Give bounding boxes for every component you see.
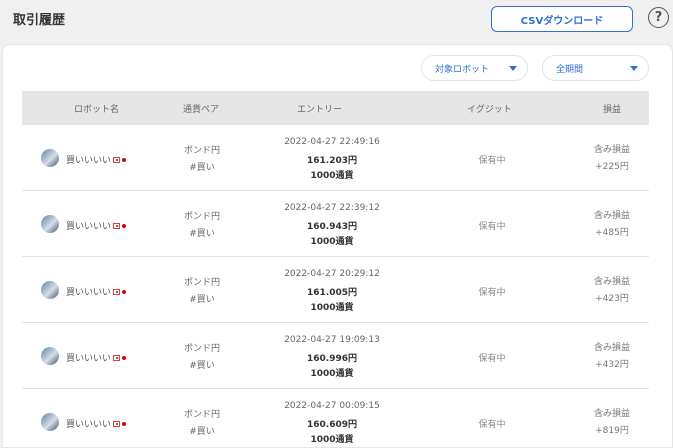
entry-price: 160.609円	[307, 420, 357, 430]
profit-loss-value: +485円	[595, 228, 629, 238]
page-title: 取引履歴	[13, 13, 66, 28]
entry-quantity: 1000通貨	[310, 237, 354, 247]
robot-name-text: 買いいいい	[66, 156, 112, 166]
robot-name-text: 買いいいい	[66, 222, 112, 232]
column-header-entry: エントリー	[297, 105, 343, 115]
trade-side: #買い	[189, 229, 215, 239]
red-dot-icon	[122, 290, 127, 294]
robot-name: 買いいいい	[66, 351, 127, 364]
robot-avatar	[41, 149, 59, 167]
red-dot-icon	[122, 422, 127, 426]
uk-flag-icon	[113, 157, 121, 163]
robot-avatar	[41, 413, 59, 431]
robot-name: 買いいいい	[66, 417, 127, 430]
entry-price: 160.943円	[307, 222, 357, 232]
robot-avatar	[41, 281, 59, 299]
pair-name: ポンド円	[183, 212, 220, 222]
uk-flag-icon	[113, 421, 121, 427]
entry-quantity: 1000通貨	[310, 435, 354, 445]
exit-status: 保有中	[478, 222, 506, 232]
exit-status: 保有中	[478, 354, 506, 364]
period-filter-select[interactable]: 全期間	[542, 55, 649, 81]
table-header: ロボット名 通貨ペア エントリー イグジット 損益	[22, 91, 649, 125]
entry-quantity: 1000通貨	[310, 171, 354, 181]
pair-name: ポンド円	[183, 278, 220, 288]
robot-avatar	[41, 215, 59, 233]
entry-datetime: 2022-04-27 19:09:13	[284, 335, 380, 345]
profit-loss-label: 含み損益	[593, 277, 630, 287]
entry-quantity: 1000通貨	[310, 303, 354, 313]
entry-datetime: 2022-04-27 22:49:16	[284, 137, 380, 147]
exit-status: 保有中	[478, 420, 506, 430]
entry-price: 161.203円	[307, 156, 357, 166]
robot-name: 買いいいい	[66, 285, 127, 298]
robot-name-text: 買いいいい	[66, 354, 112, 364]
csv-download-button[interactable]: CSVダウンロード	[491, 6, 633, 32]
robot-name-text: 買いいいい	[66, 420, 112, 430]
trade-side: #買い	[189, 295, 215, 305]
table-row[interactable]: 買いいいい ポンド円 #買い 2022-04-27 22:49:16 161.2…	[22, 125, 649, 191]
table-row[interactable]: 買いいいい ポンド円 #買い 2022-04-27 00:09:15 160.6…	[22, 389, 649, 447]
profit-loss-value: +423円	[595, 294, 629, 304]
table-row[interactable]: 買いいいい ポンド円 #買い 2022-04-27 22:39:12 160.9…	[22, 191, 649, 257]
chevron-down-icon	[509, 66, 517, 71]
pair-name: ポンド円	[183, 410, 220, 420]
entry-datetime: 2022-04-27 22:39:12	[284, 203, 380, 213]
profit-loss-value: +225円	[595, 162, 629, 172]
uk-flag-icon	[113, 355, 121, 361]
profit-loss-label: 含み損益	[593, 211, 630, 221]
trade-side: #買い	[189, 163, 215, 173]
column-header-pl: 損益	[603, 105, 622, 115]
exit-status: 保有中	[478, 288, 506, 298]
help-icon[interactable]: ?	[648, 7, 669, 28]
uk-flag-icon	[113, 289, 121, 295]
red-dot-icon	[122, 224, 127, 228]
chevron-down-icon	[630, 66, 638, 71]
robot-name-text: 買いいいい	[66, 288, 112, 298]
robot-name: 買いいいい	[66, 219, 127, 232]
trade-side: #買い	[189, 361, 215, 371]
robot-avatar	[41, 347, 59, 365]
robot-filter-select[interactable]: 対象ロボット	[421, 55, 528, 81]
table-row[interactable]: 買いいいい ポンド円 #買い 2022-04-27 20:29:12 161.0…	[22, 257, 649, 323]
table-body: 買いいいい ポンド円 #買い 2022-04-27 22:49:16 161.2…	[22, 125, 649, 447]
uk-flag-icon	[113, 223, 121, 229]
column-header-exit: イグジット	[467, 105, 512, 115]
column-header-pair: 通貨ペア	[183, 105, 220, 115]
robot-filter-label: 対象ロボット	[435, 64, 490, 75]
pair-name: ポンド円	[183, 344, 220, 354]
red-dot-icon	[122, 158, 127, 162]
profit-loss-label: 含み損益	[593, 343, 630, 353]
profit-loss-label: 含み損益	[593, 409, 630, 419]
robot-name: 買いいいい	[66, 153, 127, 166]
exit-status: 保有中	[478, 156, 506, 166]
profit-loss-value: +432円	[595, 360, 629, 370]
entry-quantity: 1000通貨	[310, 369, 354, 379]
entry-datetime: 2022-04-27 00:09:15	[284, 401, 380, 411]
entry-price: 160.996円	[307, 354, 357, 364]
red-dot-icon	[122, 356, 127, 360]
period-filter-label: 全期間	[556, 64, 584, 75]
table-row[interactable]: 買いいいい ポンド円 #買い 2022-04-27 19:09:13 160.9…	[22, 323, 649, 389]
trade-history-card: 対象ロボット 全期間 ロボット名 通貨ペア エントリー イグジット 損益 買いい…	[2, 44, 673, 448]
profit-loss-value: +819円	[595, 426, 629, 436]
profit-loss-label: 含み損益	[593, 145, 630, 155]
page-header: 取引履歴 CSVダウンロード ?	[0, 0, 673, 40]
trade-side: #買い	[189, 427, 215, 437]
entry-price: 161.005円	[307, 288, 357, 298]
column-header-robot: ロボット名	[74, 105, 120, 115]
pair-name: ポンド円	[183, 146, 220, 156]
entry-datetime: 2022-04-27 20:29:12	[284, 269, 380, 279]
